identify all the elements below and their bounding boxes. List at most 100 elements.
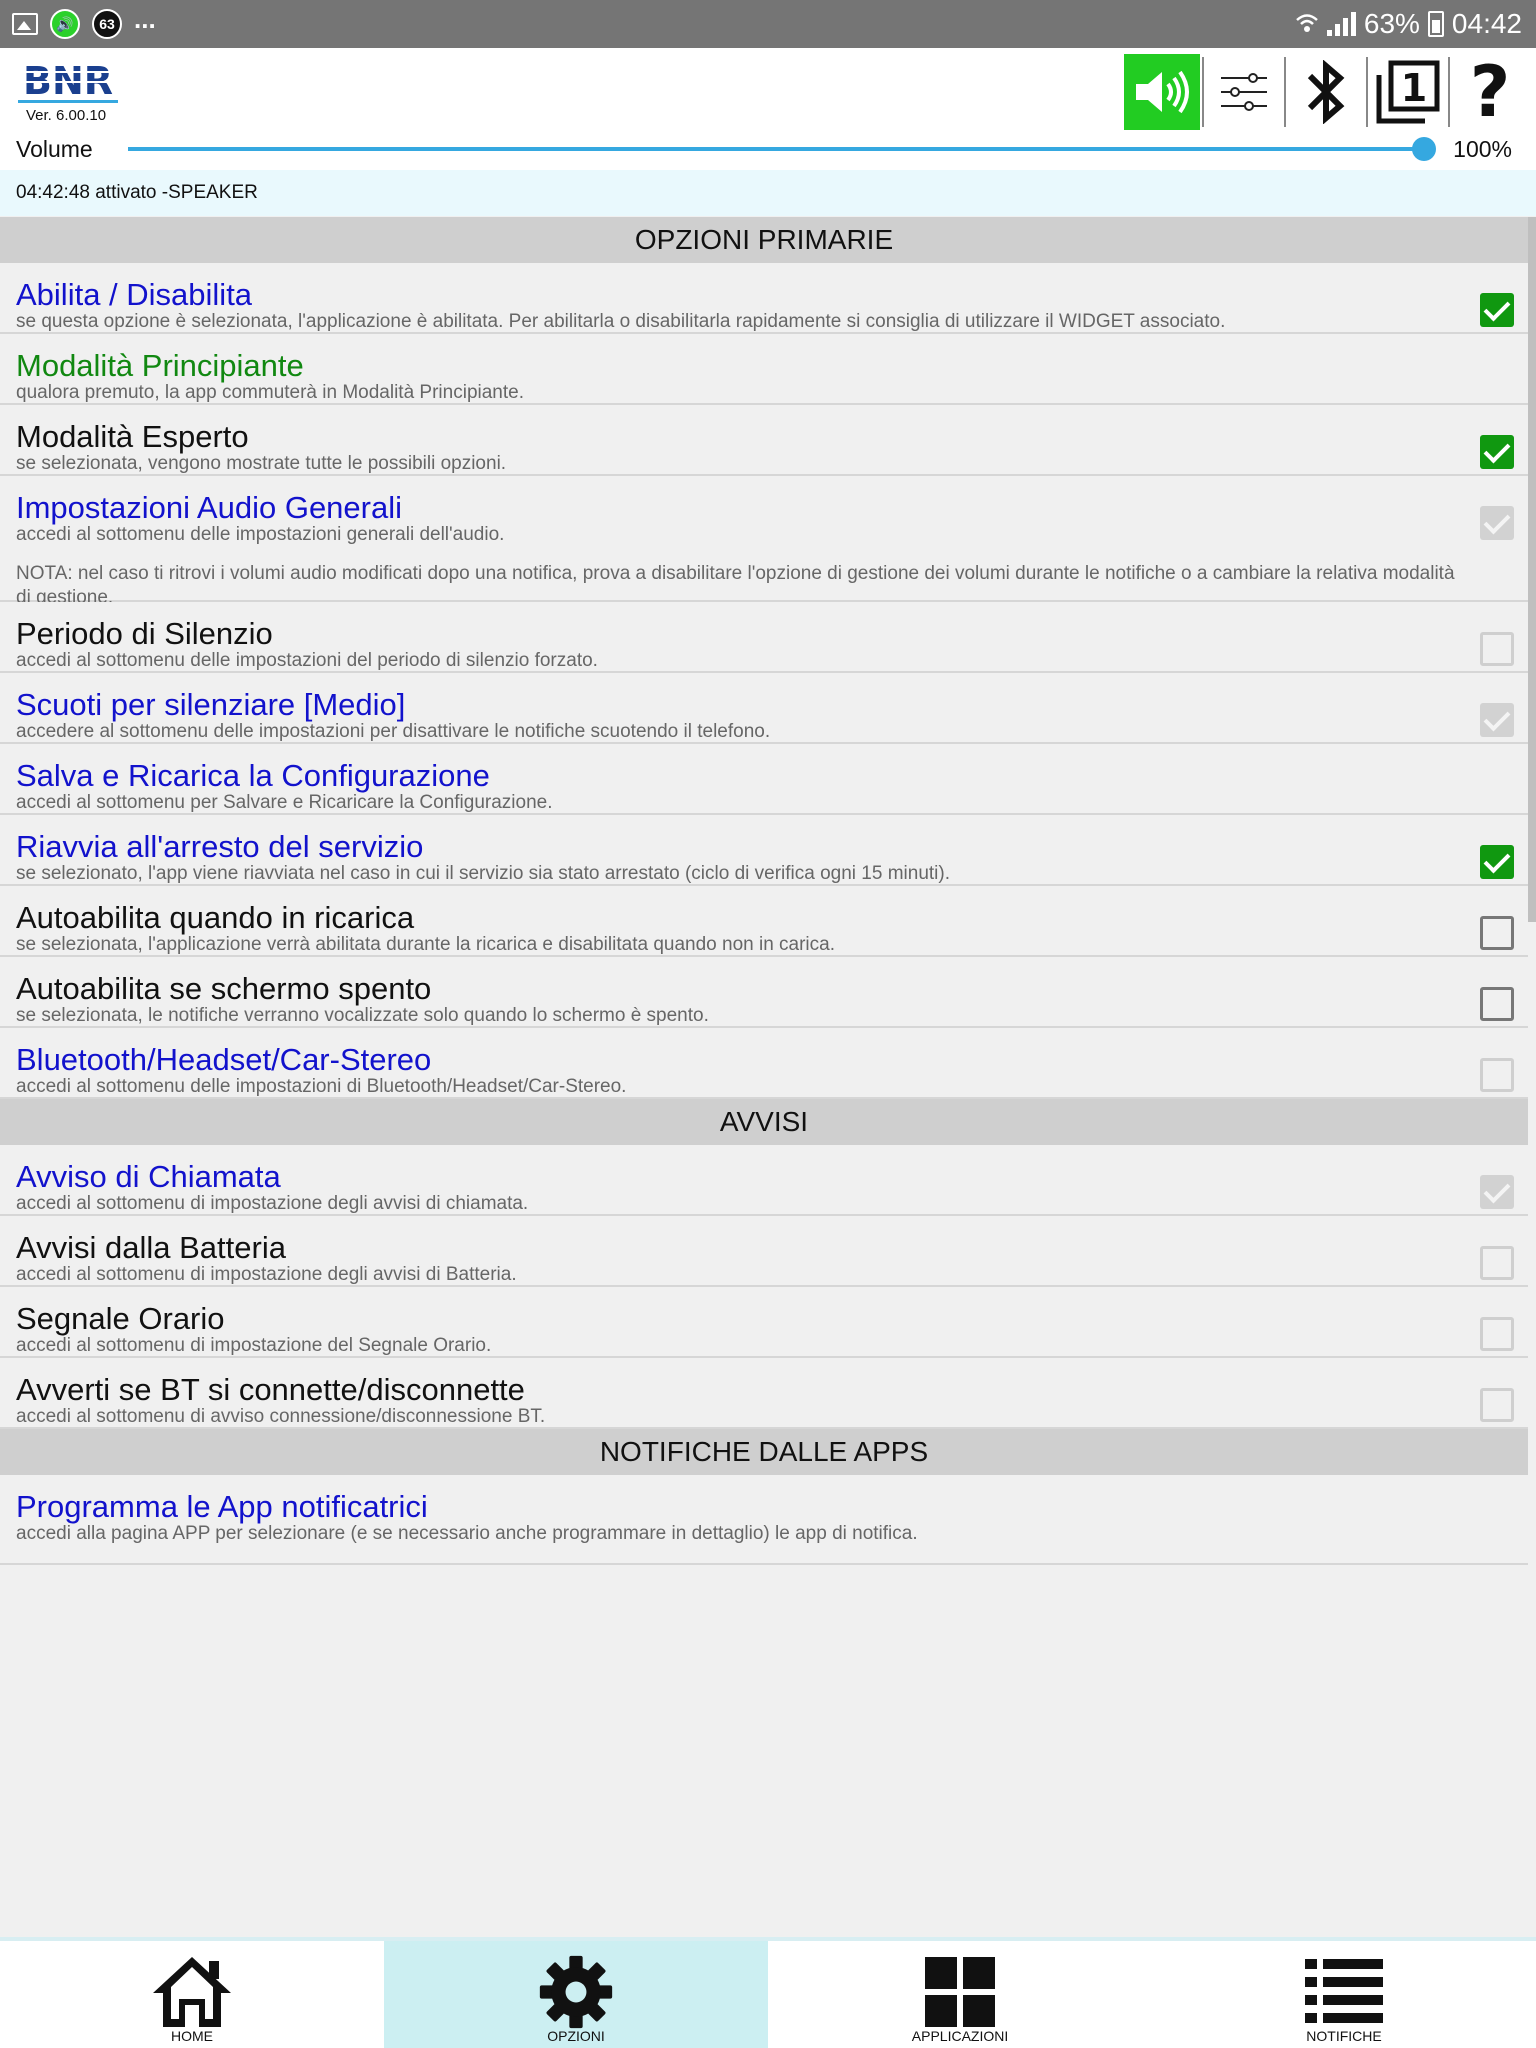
toolbar-divider [1202,57,1204,127]
option-checkbox[interactable] [1480,435,1514,469]
nav-notifications[interactable]: NOTIFICHE [1152,1941,1536,2048]
cell-signal-icon [1326,12,1356,36]
option-checkbox[interactable] [1480,703,1514,737]
bluetooth-icon [1307,60,1345,124]
option-row-battery-alert[interactable]: Avvisi dalla Batteria accedi al sottomen… [0,1216,1528,1287]
option-description: accedi al sottomenu di impostazione degl… [16,1193,529,1214]
option-title: Autoabilita se schermo spento [16,971,432,1006]
option-description: accedi al sottomenu di avviso connession… [16,1406,546,1427]
option-checkbox[interactable] [1480,1388,1514,1422]
option-title: Programma le App notificatrici [16,1489,428,1524]
option-row-bluetooth[interactable]: Bluetooth/Headset/Car-Stereo accedi al s… [0,1028,1528,1099]
speaker-output-button[interactable] [1124,54,1200,130]
option-checkbox[interactable] [1480,1058,1514,1092]
option-description: accedere al sottomenu delle impostazioni… [16,721,771,742]
section-header-primary: OPZIONI PRIMARIE [0,217,1528,263]
gear-icon [539,1955,613,2029]
speaker-icon [1136,70,1189,114]
clock: 04:42 [1451,8,1522,39]
nav-applications[interactable]: APPLICAZIONI [768,1941,1152,2048]
option-description: accedi al sottomenu delle impostazioni g… [16,524,505,545]
option-row-call-alert[interactable]: Avviso di Chiamata accedi al sottomenu d… [0,1145,1528,1216]
options-list[interactable]: OPZIONI PRIMARIE Abilita / Disabilita se… [0,217,1528,1937]
section-header-alerts: AVVISI [0,1099,1528,1145]
option-checkbox[interactable] [1480,916,1514,950]
help-icon: ? [1469,51,1511,133]
profile-one-button[interactable]: 1 [1370,54,1446,130]
option-checkbox[interactable] [1480,1317,1514,1351]
status-bar-notifications: 🔊 63 ... [12,4,156,39]
option-row-auto-charging[interactable]: Autoabilita quando in ricarica se selezi… [0,886,1528,957]
volume-slider-track[interactable] [128,147,1424,151]
volume-slider-thumb[interactable] [1412,137,1436,161]
option-row-program-apps[interactable]: Programma le App notificatrici accedi al… [0,1475,1528,1565]
option-row-bt-connect-alert[interactable]: Avverti se BT si connette/disconnette ac… [0,1358,1528,1429]
option-row-time-signal[interactable]: Segnale Orario accedi al sottomenu di im… [0,1287,1528,1358]
option-checkbox[interactable] [1480,1246,1514,1280]
option-checkbox[interactable] [1480,987,1514,1021]
profile-one-icon: 1 [1376,60,1440,124]
option-description: se selezionata, le notifiche verranno vo… [16,1005,709,1026]
battery-percent: 63% [1363,8,1420,39]
toolbar: 1 ? [1124,54,1528,130]
option-description: accedi al sottomenu di impostazione del … [16,1335,492,1356]
nav-label: NOTIFICHE [1306,2028,1382,2044]
option-row-audio-settings[interactable]: Impostazioni Audio Generali accedi al so… [0,476,1528,608]
option-row-expert-mode[interactable]: Modalità Esperto se selezionata, vengono… [0,405,1528,476]
option-row-silence-period[interactable]: Periodo di Silenzio accedi al sottomenu … [0,602,1528,673]
nav-options[interactable]: OPZIONI [384,1941,768,2048]
nav-label: HOME [171,2028,213,2044]
option-description: accedi al sottomenu delle impostazioni d… [16,650,598,671]
option-row-auto-screen-off[interactable]: Autoabilita se schermo spento se selezio… [0,957,1528,1028]
option-title: Avviso di Chiamata [16,1159,281,1194]
option-checkbox[interactable] [1480,1175,1514,1209]
option-checkbox[interactable] [1480,845,1514,879]
option-description: se selezionato, l'app viene riavviata ne… [16,863,951,884]
equalizer-icon [1221,73,1267,111]
option-description: se questa opzione è selezionata, l'appli… [16,311,1226,332]
option-description: accedi alla pagina APP per selezionare (… [16,1523,918,1544]
home-icon [153,1957,231,2027]
option-description: accedi al sottomenu delle impostazioni d… [16,1076,627,1097]
option-checkbox[interactable] [1480,506,1514,540]
toolbar-divider [1284,57,1286,127]
battery-icon [1427,11,1444,37]
list-scrollbar[interactable] [1528,217,1536,922]
gallery-icon [12,13,38,35]
more-notifications-icon: ... [134,3,156,34]
toolbar-divider [1366,57,1368,127]
option-row-beginner-mode[interactable]: Modalità Principiante qualora premuto, l… [0,334,1528,405]
nav-home[interactable]: HOME [0,1941,384,2048]
equalizer-button[interactable] [1206,54,1282,130]
status-bar: 🔊 63 ... 63% 04:42 [0,0,1536,48]
nav-label: OPZIONI [547,2028,605,2044]
option-row-save-config[interactable]: Salva e Ricarica la Configurazione acced… [0,744,1528,815]
option-title: Scuoti per silenziare [Medio] [16,687,406,722]
status-message: 04:42:48 attivato -SPEAKER [0,170,1536,216]
status-bar-system: 63% 04:42 [1295,8,1522,40]
list-icon [1305,1959,1383,2023]
svg-text:1: 1 [1401,66,1427,110]
app-header: BNR Ver. 6.00.10 1 ? Volume 100% [0,48,1536,170]
option-title: Avverti se BT si connette/disconnette [16,1372,525,1407]
option-description: qualora premuto, la app commuterà in Mod… [16,382,524,403]
option-title: Abilita / Disabilita [16,277,253,312]
bluetooth-button[interactable] [1288,54,1364,130]
option-row-shake-to-silence[interactable]: Scuoti per silenziare [Medio] accedere a… [0,673,1528,744]
option-description: se selezionata, l'applicazione verrà abi… [16,934,836,955]
nav-label: APPLICAZIONI [911,2028,1009,2044]
help-button[interactable]: ? [1452,54,1528,130]
option-title: Salva e Ricarica la Configurazione [16,758,490,793]
option-row-restart-service[interactable]: Riavvia all'arresto del servizio se sele… [0,815,1528,886]
bottom-navigation: HOME OPZIONI APPLICAZIONI NOTIFICHE [0,1937,1536,2048]
app-logo: BNR [18,59,118,103]
option-checkbox[interactable] [1480,632,1514,666]
option-title: Avvisi dalla Batteria [16,1230,286,1265]
option-row-enable[interactable]: Abilita / Disabilita se questa opzione è… [0,263,1528,334]
option-checkbox[interactable] [1480,293,1514,327]
option-title: Impostazioni Audio Generali [16,490,403,525]
toolbar-divider [1448,57,1450,127]
option-title: Segnale Orario [16,1301,225,1336]
option-description: se selezionata, vengono mostrate tutte l… [16,453,507,474]
option-title: Riavvia all'arresto del servizio [16,829,424,864]
